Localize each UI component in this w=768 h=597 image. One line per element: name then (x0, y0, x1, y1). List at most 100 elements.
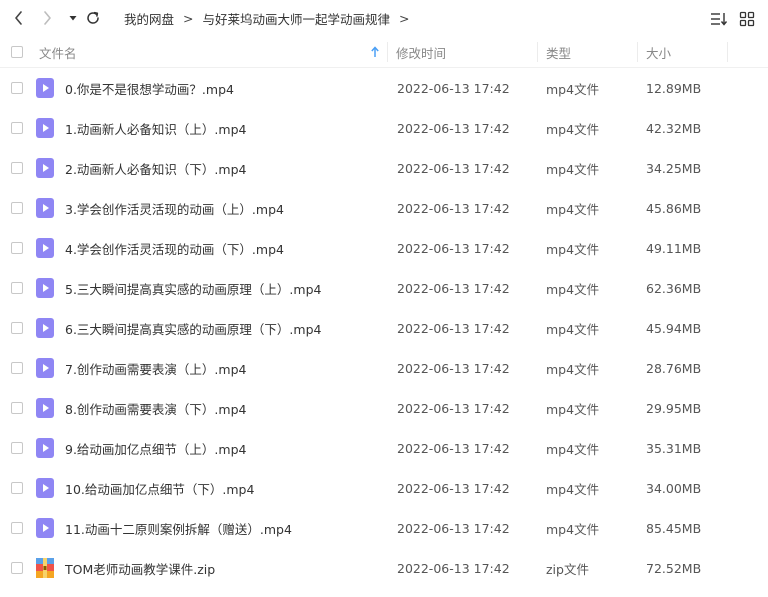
row-checkbox[interactable] (11, 282, 23, 294)
file-modified-time: 2022-06-13 17:42 (397, 120, 510, 136)
file-size: 34.25MB (646, 160, 702, 176)
column-header-modified[interactable]: 修改时间 (396, 36, 446, 68)
file-type: mp4文件 (546, 521, 600, 537)
file-name[interactable]: 8.创作动画需要表演（下）.mp4 (65, 388, 246, 428)
row-checkbox[interactable] (11, 562, 23, 574)
table-row[interactable]: 9.给动画加亿点细节（上）.mp4 2022-06-13 17:42 mp4文件 35… (0, 428, 768, 468)
file-modified-time: 2022-06-13 17:42 (397, 240, 510, 256)
select-all-checkbox[interactable] (11, 46, 23, 58)
table-row[interactable]: 0.你是不是很想学动画？.mp4 2022-06-13 17:42 mp4文件 12.… (0, 68, 768, 108)
table-row[interactable]: 7.创作动画需要表演（上）.mp4 2022-06-13 17:42 mp4文件 28… (0, 348, 768, 388)
back-button[interactable] (9, 8, 29, 28)
file-size: 45.86MB (646, 200, 702, 216)
file-type: mp4文件 (546, 81, 600, 97)
table-row[interactable]: 6.三大瞬间提高真实感的动画原理（下）.mp4 2022-06-13 17:42 m… (0, 308, 768, 348)
row-checkbox[interactable] (11, 322, 23, 334)
row-checkbox[interactable] (11, 442, 23, 454)
breadcrumb-separator: > (183, 10, 194, 26)
file-type: mp4文件 (546, 361, 600, 377)
column-divider[interactable] (637, 42, 638, 62)
file-modified-time: 2022-06-13 17:42 (397, 520, 510, 536)
table-row[interactable]: 4.学会创作活灵活现的动画（下）.mp4 2022-06-13 17:42 mp4文… (0, 228, 768, 268)
file-type: mp4文件 (546, 201, 600, 217)
breadcrumb-item-root[interactable]: 我的网盘 (124, 9, 174, 28)
sort-ascending-indicator[interactable] (370, 36, 380, 68)
file-size: 42.32MB (646, 120, 702, 136)
column-header-size[interactable]: 大小 (646, 36, 671, 68)
file-size: 29.95MB (646, 400, 702, 416)
sort-button[interactable] (709, 9, 729, 29)
file-name[interactable]: 1.动画新人必备知识（上）.mp4 (65, 108, 246, 148)
table-row[interactable]: 8.创作动画需要表演（下）.mp4 2022-06-13 17:42 mp4文件 29… (0, 388, 768, 428)
file-type: mp4文件 (546, 321, 600, 337)
table-row[interactable]: 10.给动画加亿点细节（下）.mp4 2022-06-13 17:42 mp4文件 3… (0, 468, 768, 508)
file-name[interactable]: 10.给动画加亿点细节（下）.mp4 (65, 468, 254, 508)
row-checkbox[interactable] (11, 242, 23, 254)
toolbar: 我的网盘 > 与好莱坞动画大师一起学动画规律 > (0, 0, 768, 36)
column-divider[interactable] (537, 42, 538, 62)
file-name[interactable]: 7.创作动画需要表演（上）.mp4 (65, 348, 246, 388)
file-size: 85.45MB (646, 520, 702, 536)
video-file-icon (36, 238, 54, 258)
column-divider[interactable] (727, 42, 728, 62)
file-modified-time: 2022-06-13 17:42 (397, 560, 510, 576)
file-size: 12.89MB (646, 80, 702, 96)
view-toggle-button[interactable] (737, 9, 757, 29)
chevron-right-icon (44, 11, 51, 25)
row-checkbox[interactable] (11, 162, 23, 174)
forward-button[interactable] (37, 8, 57, 28)
video-file-icon (36, 158, 54, 178)
file-modified-time: 2022-06-13 17:42 (397, 360, 510, 376)
file-name[interactable]: 2.动画新人必备知识（下）.mp4 (65, 148, 246, 188)
video-file-icon (36, 78, 54, 98)
file-modified-time: 2022-06-13 17:42 (397, 280, 510, 296)
video-file-icon (36, 398, 54, 418)
row-checkbox[interactable] (11, 122, 23, 134)
file-modified-time: 2022-06-13 17:42 (397, 320, 510, 336)
refresh-button[interactable] (83, 8, 103, 28)
file-type: mp4文件 (546, 161, 600, 177)
row-checkbox[interactable] (11, 202, 23, 214)
file-size: 35.31MB (646, 440, 702, 456)
file-type: mp4文件 (546, 121, 600, 137)
row-checkbox[interactable] (11, 482, 23, 494)
file-modified-time: 2022-06-13 17:42 (397, 400, 510, 416)
file-name[interactable]: 6.三大瞬间提高真实感的动画原理（下）.mp4 (65, 308, 321, 348)
file-size: 49.11MB (646, 240, 702, 256)
table-row[interactable]: 5.三大瞬间提高真实感的动画原理（上）.mp4 2022-06-13 17:42 m… (0, 268, 768, 308)
file-name[interactable]: 9.给动画加亿点细节（上）.mp4 (65, 428, 246, 468)
column-header-type[interactable]: 类型 (546, 36, 571, 68)
table-row[interactable]: 3.学会创作活灵活现的动画（上）.mp4 2022-06-13 17:42 mp4文… (0, 188, 768, 228)
breadcrumb-item-current-folder[interactable]: 与好莱坞动画大师一起学动画规律 (203, 9, 391, 28)
file-name[interactable]: 5.三大瞬间提高真实感的动画原理（上）.mp4 (65, 268, 321, 308)
row-checkbox[interactable] (11, 82, 23, 94)
file-name[interactable]: 4.学会创作活灵活现的动画（下）.mp4 (65, 228, 284, 268)
table-row[interactable]: 2.动画新人必备知识（下）.mp4 2022-06-13 17:42 mp4文件 34… (0, 148, 768, 188)
video-file-icon (36, 478, 54, 498)
column-header-name[interactable]: 文件名 (39, 36, 77, 68)
file-size: 28.76MB (646, 360, 702, 376)
table-row[interactable]: 1.动画新人必备知识（上）.mp4 2022-06-13 17:42 mp4文件 42… (0, 108, 768, 148)
file-size: 62.36MB (646, 280, 702, 296)
file-type: mp4文件 (546, 281, 600, 297)
row-checkbox[interactable] (11, 522, 23, 534)
file-name[interactable]: 11.动画十二原则案例拆解（赠送）.mp4 (65, 508, 292, 548)
caret-down-icon (69, 16, 77, 21)
arrow-up-icon (371, 46, 379, 57)
file-type: zip文件 (546, 561, 589, 577)
history-dropdown-button[interactable] (63, 8, 83, 28)
file-size: 45.94MB (646, 320, 702, 336)
file-modified-time: 2022-06-13 17:42 (397, 440, 510, 456)
grid-view-icon (739, 11, 755, 27)
table-row[interactable]: 11.动画十二原则案例拆解（赠送）.mp4 2022-06-13 17:42 mp4… (0, 508, 768, 548)
file-list-header: 文件名 修改时间 类型 大小 (0, 36, 768, 68)
refresh-icon (87, 11, 99, 24)
file-name[interactable]: 3.学会创作活灵活现的动画（上）.mp4 (65, 188, 284, 228)
table-row[interactable]: TOM老师动画教学课件.zip 2022-06-13 17:42 zip文件 72.5… (0, 548, 768, 588)
video-file-icon (36, 518, 54, 538)
column-divider[interactable] (387, 42, 388, 62)
file-name[interactable]: 0.你是不是很想学动画？.mp4 (65, 68, 234, 108)
row-checkbox[interactable] (11, 362, 23, 374)
file-name[interactable]: TOM老师动画教学课件.zip (65, 548, 215, 588)
row-checkbox[interactable] (11, 402, 23, 414)
